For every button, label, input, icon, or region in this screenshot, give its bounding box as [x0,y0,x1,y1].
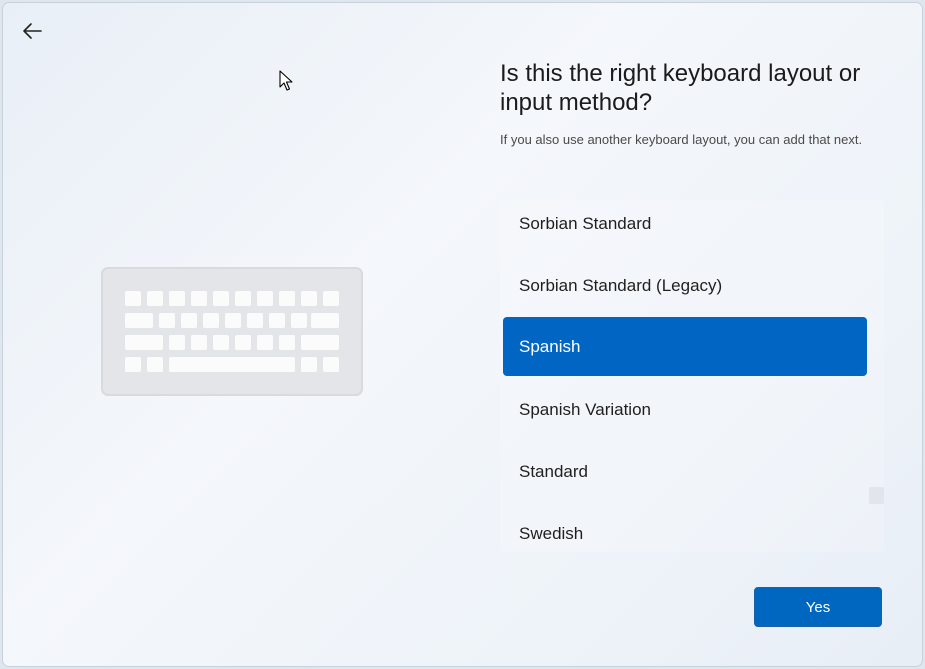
keyboard-illustration [101,267,363,396]
yes-button[interactable]: Yes [754,587,882,627]
setup-window: Is this the right keyboard layout or inp… [2,2,923,667]
scrollbar-thumb[interactable] [869,487,884,504]
back-button[interactable] [17,17,47,45]
arrow-left-icon [23,23,42,39]
page-title: Is this the right keyboard layout or inp… [500,60,861,116]
keyboard-layout-list[interactable]: Sorbian Standard Sorbian Standard (Legac… [500,200,884,552]
list-item[interactable]: Sorbian Standard (Legacy) [503,256,867,315]
list-item[interactable]: Spanish Variation [503,380,867,439]
page-subtitle: If you also use another keyboard layout,… [500,132,863,147]
list-scrollbar[interactable] [869,200,884,552]
list-item-selected[interactable]: Spanish [503,317,867,376]
list-item[interactable]: Swedish [503,504,867,563]
list-item[interactable]: Sorbian Standard [503,194,867,253]
list-item[interactable]: Standard [503,442,867,501]
mouse-cursor-icon [279,70,293,91]
